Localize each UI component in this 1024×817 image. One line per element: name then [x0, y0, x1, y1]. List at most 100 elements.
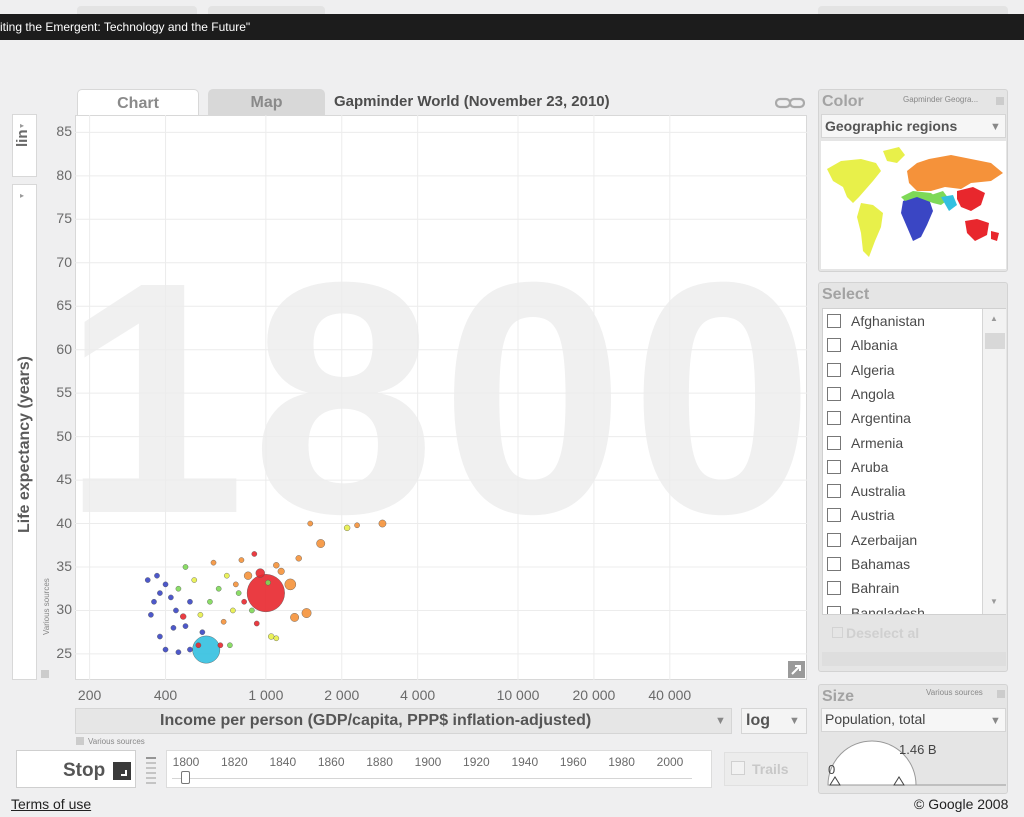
country-bubble[interactable] — [246, 574, 285, 613]
country-bubble[interactable] — [180, 613, 187, 620]
country-bubble[interactable] — [295, 555, 302, 562]
country-bubble[interactable] — [162, 581, 169, 588]
country-list-item[interactable]: Austria — [827, 505, 895, 525]
country-bubble[interactable] — [316, 539, 326, 548]
country-checkbox[interactable] — [827, 484, 841, 499]
country-bubble[interactable] — [195, 642, 202, 649]
country-bubble[interactable] — [175, 585, 182, 592]
country-list-item[interactable]: Algeria — [827, 360, 895, 380]
country-checkbox[interactable] — [827, 386, 841, 401]
country-bubble[interactable] — [173, 607, 179, 614]
country-bubble[interactable] — [251, 551, 258, 557]
country-bubble[interactable] — [191, 577, 198, 583]
country-bubble[interactable] — [301, 608, 312, 618]
country-bubble[interactable] — [199, 629, 206, 635]
country-bubble[interactable] — [157, 633, 163, 640]
timeline-handle[interactable] — [181, 771, 190, 784]
country-list-item[interactable]: Australia — [827, 481, 905, 501]
country-bubble[interactable] — [235, 590, 242, 596]
country-bubble[interactable] — [243, 571, 253, 580]
country-bubble[interactable] — [162, 646, 169, 653]
country-list-item[interactable]: Azerbaijan — [827, 530, 917, 550]
y-info-icon[interactable] — [41, 670, 49, 678]
country-bubble[interactable] — [238, 557, 245, 563]
country-list-item[interactable]: Albania — [827, 335, 898, 355]
size-info-icon[interactable] — [997, 690, 1005, 698]
scroll-up-icon[interactable]: ▲ — [990, 314, 998, 323]
country-bubble[interactable] — [187, 646, 193, 653]
country-bubble[interactable] — [378, 519, 387, 528]
country-bubble[interactable] — [170, 625, 177, 631]
country-checkbox[interactable] — [827, 508, 841, 523]
country-bubble[interactable] — [354, 522, 360, 529]
country-checkbox[interactable] — [827, 314, 841, 328]
scroll-down-icon[interactable]: ▼ — [990, 597, 998, 606]
country-bubble[interactable] — [210, 559, 217, 566]
country-list-item[interactable]: Bahrain — [827, 578, 899, 598]
country-checkbox[interactable] — [827, 532, 841, 547]
country-bubble[interactable] — [241, 598, 247, 605]
country-list-item[interactable]: Bangladesh — [827, 603, 925, 614]
country-bubble[interactable] — [277, 567, 285, 575]
country-bubble[interactable] — [175, 649, 182, 655]
color-info-icon[interactable] — [996, 97, 1004, 105]
country-bubble[interactable] — [168, 594, 174, 601]
country-bubble[interactable] — [217, 642, 224, 649]
country-checkbox[interactable] — [827, 459, 841, 474]
country-bubble[interactable] — [151, 598, 157, 605]
country-bubble[interactable] — [307, 520, 314, 527]
country-bubble[interactable] — [182, 623, 189, 629]
country-list-item[interactable]: Armenia — [827, 433, 903, 453]
country-bubble[interactable] — [187, 598, 193, 605]
trails-checkbox[interactable] — [731, 761, 745, 775]
country-list-item[interactable]: Angola — [827, 384, 895, 404]
link-icon[interactable] — [775, 96, 805, 110]
country-bubble[interactable] — [253, 620, 260, 627]
country-list-scrollbar[interactable]: ▲ ▼ — [982, 309, 1006, 614]
country-bubble[interactable] — [192, 635, 221, 664]
x-info-icon[interactable] — [76, 737, 84, 745]
country-checkbox[interactable] — [827, 362, 841, 377]
country-checkbox[interactable] — [827, 581, 841, 596]
speed-control[interactable] — [144, 752, 158, 786]
country-bubble[interactable] — [249, 607, 255, 614]
country-bubble[interactable] — [157, 590, 163, 596]
country-bubble[interactable] — [182, 564, 189, 570]
country-list-item[interactable]: Bahamas — [827, 554, 910, 574]
country-checkbox[interactable] — [827, 435, 841, 450]
country-bubble[interactable] — [144, 577, 151, 583]
country-bubble[interactable] — [233, 581, 239, 588]
country-bubble[interactable] — [224, 572, 230, 579]
country-bubble[interactable] — [227, 642, 233, 649]
tab-map[interactable]: Map — [208, 89, 325, 116]
country-checkbox[interactable] — [827, 338, 841, 353]
country-bubble[interactable] — [207, 598, 213, 605]
country-list-item[interactable]: Aruba — [827, 457, 888, 477]
country-bubble[interactable] — [148, 612, 154, 618]
country-bubble[interactable] — [220, 618, 227, 625]
country-bubble[interactable] — [284, 578, 297, 591]
country-checkbox[interactable] — [827, 605, 841, 614]
deselect-all-button[interactable]: Deselect al — [846, 625, 919, 641]
country-bubble[interactable] — [255, 568, 265, 578]
country-bubble[interactable] — [215, 585, 222, 592]
country-bubble[interactable] — [290, 613, 299, 622]
tab-chart[interactable]: Chart — [77, 89, 199, 116]
country-bubble[interactable] — [273, 562, 280, 569]
country-bubble[interactable] — [265, 579, 271, 586]
country-bubble[interactable] — [268, 633, 275, 640]
country-bubble[interactable] — [230, 607, 236, 614]
country-bubble[interactable] — [343, 524, 351, 532]
country-bubble[interactable] — [154, 572, 160, 579]
deselect-checkbox[interactable] — [832, 627, 843, 638]
scroll-thumb[interactable] — [985, 333, 1005, 349]
terms-of-use-link[interactable]: Terms of use — [11, 796, 91, 812]
region-map-legend[interactable] — [821, 141, 1006, 269]
country-checkbox[interactable] — [827, 411, 841, 426]
country-list-item[interactable]: Argentina — [827, 408, 911, 428]
country-checkbox[interactable] — [827, 557, 841, 571]
country-list-item[interactable]: Afghanistan — [827, 311, 925, 331]
expand-chart-button[interactable] — [788, 661, 805, 678]
country-bubble[interactable] — [273, 635, 280, 642]
country-bubble[interactable] — [197, 612, 204, 618]
